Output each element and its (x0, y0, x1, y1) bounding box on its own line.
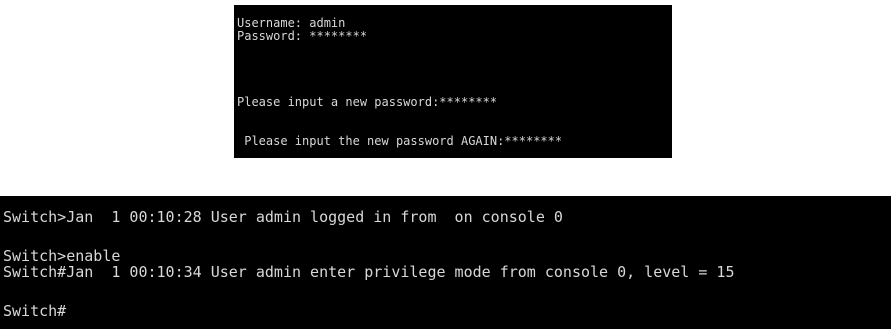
page: { "top_terminal": { "lines": [ "Username… (0, 0, 891, 329)
login-console-window[interactable]: Username: admin Password: ******** Pleas… (234, 5, 672, 158)
enable-command-line: Switch>enable (3, 247, 121, 265)
switch-console-window[interactable]: Switch>Jan 1 00:10:28 User admin logged … (0, 196, 891, 329)
login-log-line: Switch>Jan 1 00:10:28 User admin logged … (3, 208, 563, 226)
password-line: Password: ******** (237, 29, 368, 43)
privilege-log-line: Switch#Jan 1 00:10:34 User admin enter p… (3, 263, 735, 281)
new-password-prompt: Please input a new password:******** (237, 95, 498, 109)
prompt-line[interactable]: Switch# (3, 304, 66, 319)
username-line: Username: admin (237, 16, 346, 30)
confirm-password-prompt: Please input the new password AGAIN:****… (237, 134, 563, 148)
